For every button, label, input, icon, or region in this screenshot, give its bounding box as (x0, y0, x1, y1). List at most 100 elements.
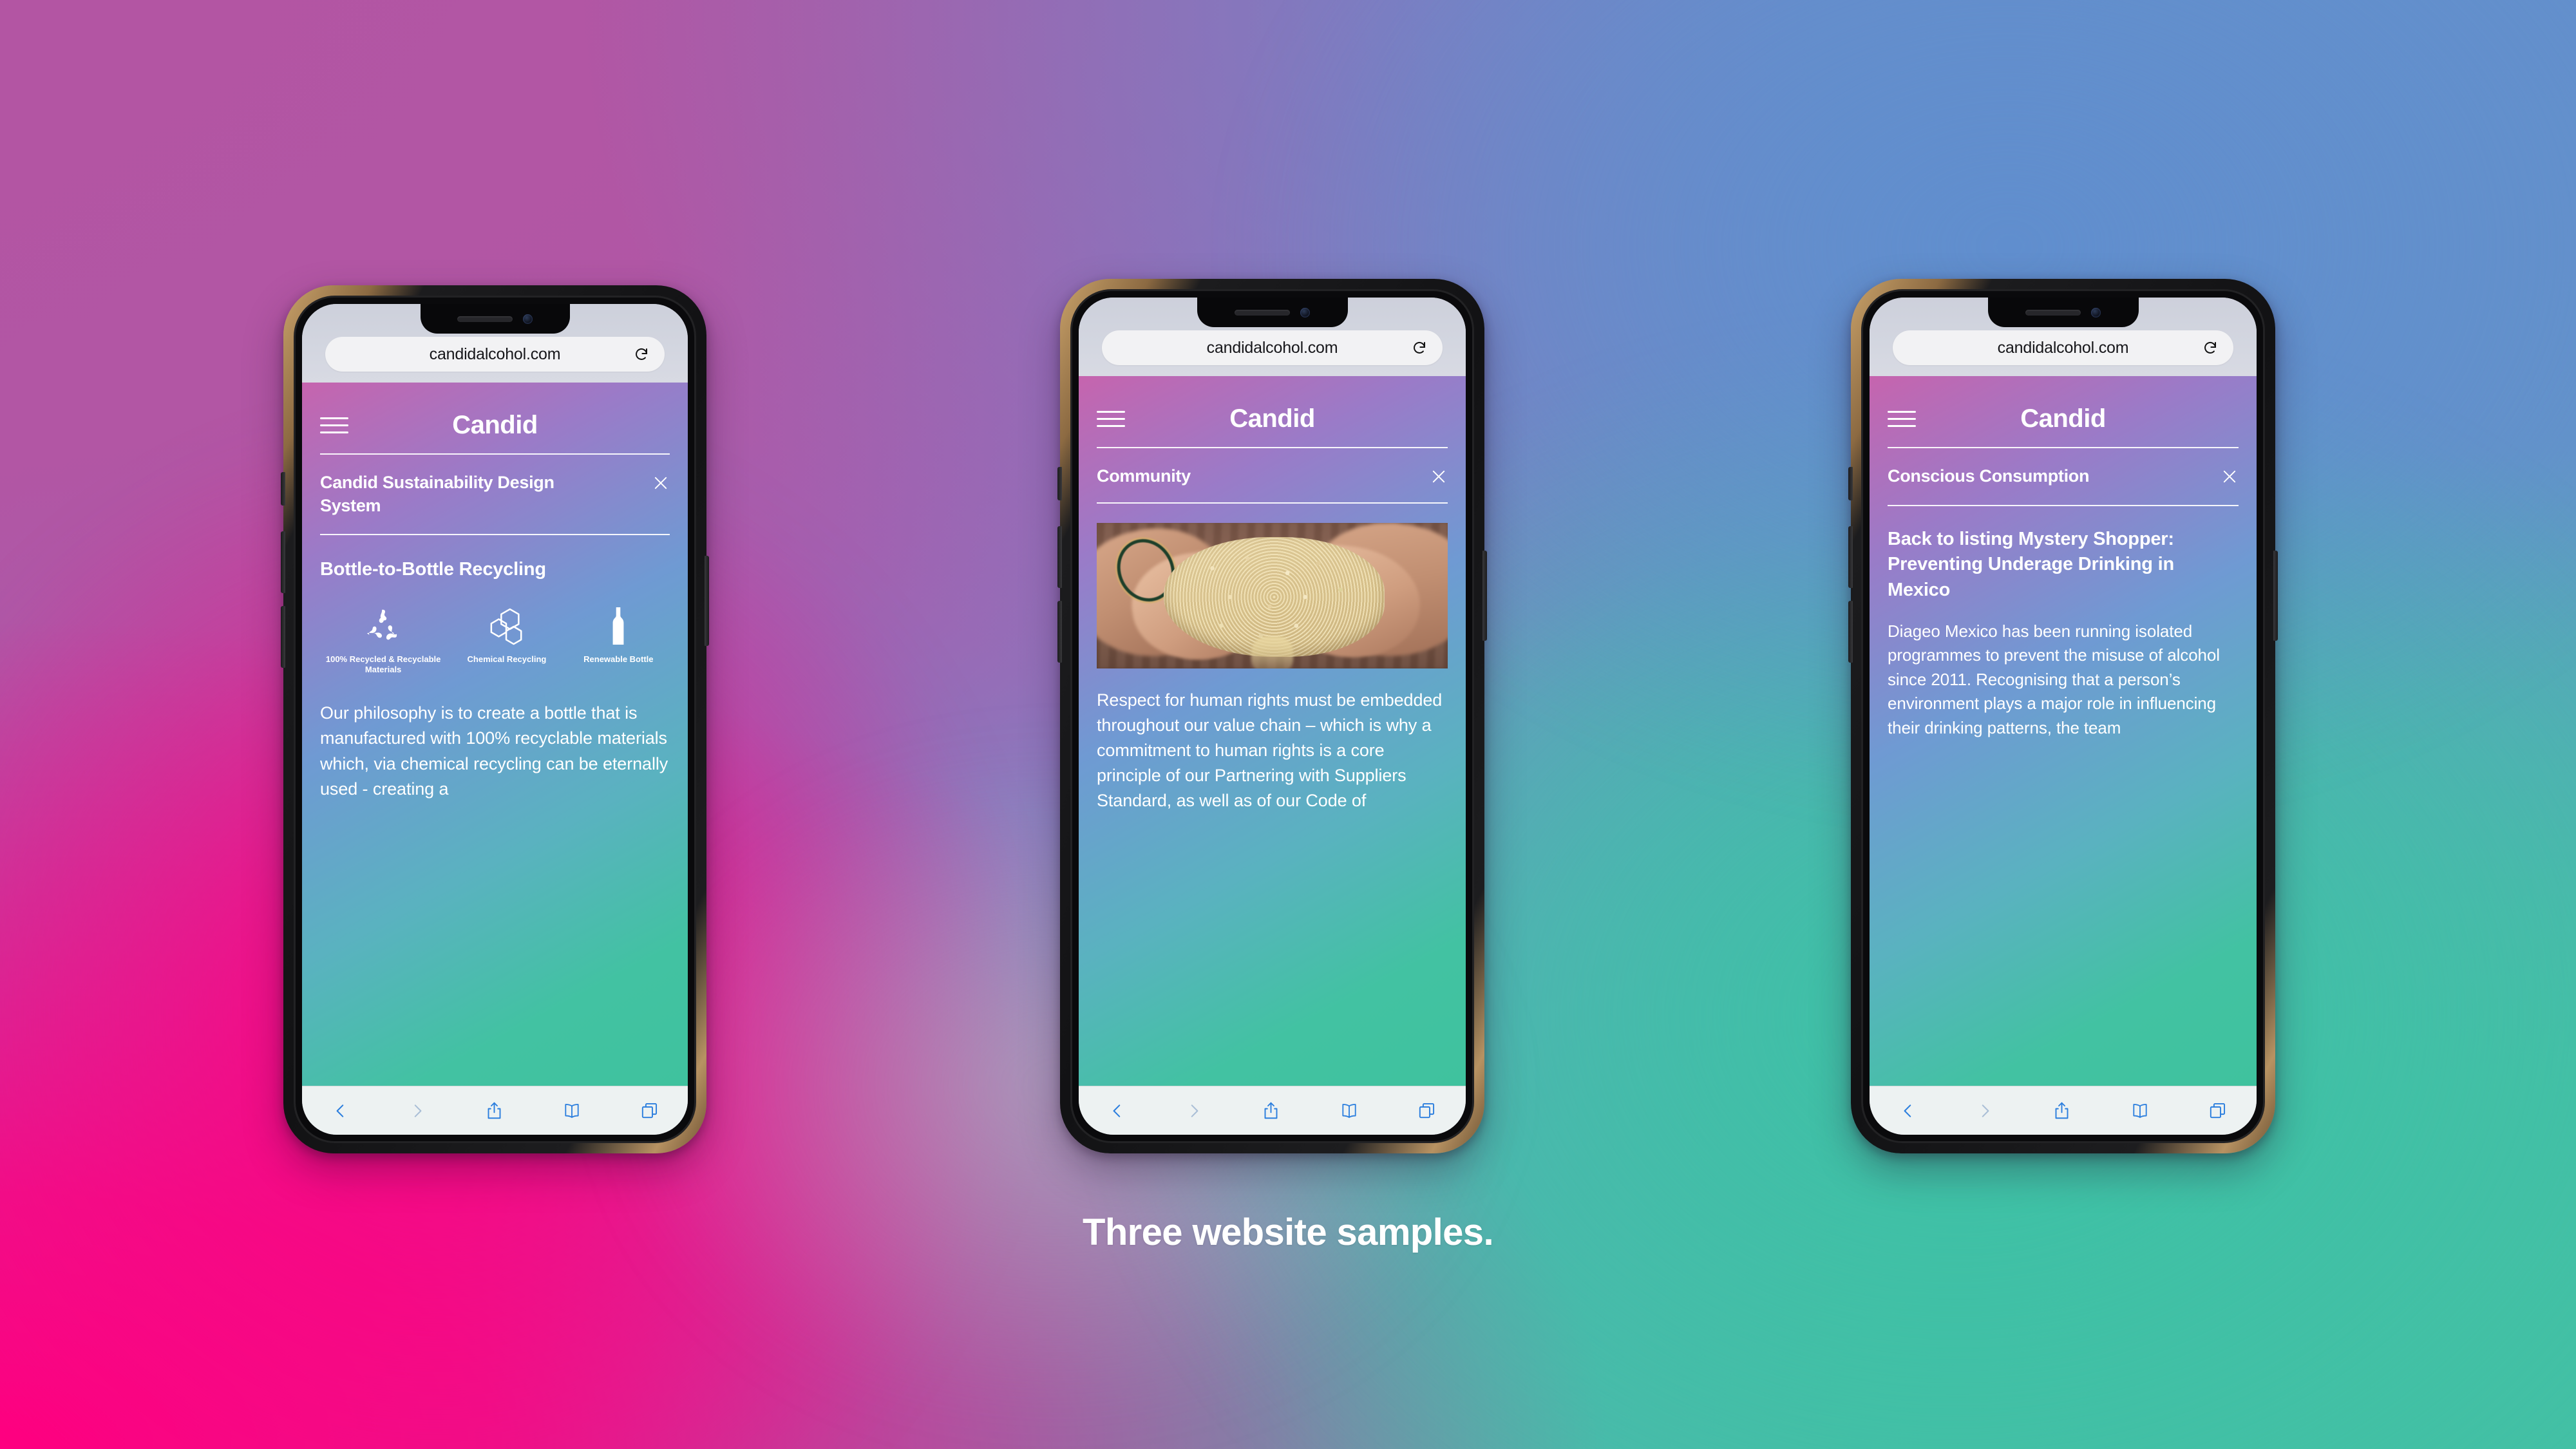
site-header-2: Candid (1097, 394, 1448, 443)
safari-toolbar-2[interactable] (1079, 1086, 1466, 1135)
body-copy-2: Respect for human rights must be embedde… (1097, 690, 1443, 811)
tabs-icon-1[interactable] (641, 1102, 658, 1119)
feature-label-recycled: 100% Recycled & Recyclable Materials (325, 654, 441, 675)
body-copy-1: Our philosophy is to create a bottle tha… (320, 703, 668, 799)
website-page-3: Candid Conscious Consumption Back to lis… (1870, 376, 2257, 1086)
notch-2 (1197, 298, 1348, 327)
forward-icon-3 (1976, 1101, 1993, 1121)
reload-icon-3[interactable] (2202, 340, 2218, 355)
url-field-3[interactable]: candidalcohol.com (1893, 330, 2233, 365)
page-heading-1: Bottle-to-Bottle Recycling (320, 559, 546, 580)
url-text-1: candidalcohol.com (429, 345, 561, 363)
bookmarks-icon-2[interactable] (1340, 1102, 1358, 1120)
bottle-icon (609, 607, 628, 645)
back-icon-3[interactable] (1900, 1101, 1917, 1121)
url-text-3: candidalcohol.com (1997, 338, 2129, 357)
site-header-3: Candid (1888, 394, 2239, 443)
hamburger-menu-icon-3[interactable] (1888, 408, 1916, 430)
phone-bezel-3: candidalcohol.com Candid Conscious Consu… (1861, 289, 2265, 1143)
phone-screen-3: candidalcohol.com Candid Conscious Consu… (1870, 298, 2257, 1135)
section-title-1: Candid Sustainability Design System (320, 473, 554, 515)
phone-mockup-1: candidalcohol.com Candid Candid Sustaina… (281, 285, 709, 1153)
site-header-1: Candid (320, 401, 670, 450)
back-icon-1[interactable] (332, 1101, 349, 1121)
front-camera-icon (523, 314, 533, 324)
phone-mockup-2: candidalcohol.com Candid Community Respe… (1057, 279, 1487, 1153)
bookmarks-icon-3[interactable] (2131, 1102, 2149, 1120)
section-title-3: Conscious Consumption (1888, 466, 2090, 486)
feature-label-bottle: Renewable Bottle (583, 654, 654, 664)
caption-text: Three website samples. (1083, 1211, 1494, 1253)
brand-logo-3[interactable]: Candid (1916, 404, 2210, 433)
front-camera-icon-3 (2091, 307, 2101, 317)
page-heading-3[interactable]: Back to listing Mystery Shopper: Prevent… (1888, 527, 2224, 603)
power-button-2[interactable] (1482, 551, 1487, 641)
phone-screen-1: candidalcohol.com Candid Candid Sustaina… (302, 304, 688, 1135)
header-divider-1 (320, 453, 670, 455)
volume-down-button-2[interactable] (1057, 601, 1062, 663)
earpiece-speaker-3 (2025, 309, 2081, 316)
mute-switch-2[interactable] (1057, 467, 1062, 500)
recycle-leaves-icon (364, 607, 402, 645)
feature-item-chemical[interactable]: Chemical Recycling (459, 607, 554, 665)
website-page-1: Candid Candid Sustainability Design Syst… (302, 383, 688, 1086)
hexagon-molecule-icon (489, 607, 525, 645)
url-field-2[interactable]: candidalcohol.com (1102, 330, 1443, 365)
close-icon-3[interactable] (2221, 468, 2239, 486)
phone-mockup-3-real: candidalcohol.com Candid Conscious Consu… (1848, 279, 2278, 1153)
tabs-icon-2[interactable] (1418, 1102, 1435, 1119)
volume-up-button-2[interactable] (1057, 526, 1062, 588)
reload-icon-1[interactable] (634, 346, 649, 362)
volume-up-button[interactable] (281, 531, 285, 593)
close-icon-1[interactable] (652, 474, 670, 492)
section-header-2: Community (1097, 465, 1448, 488)
earpiece-speaker (457, 316, 513, 322)
safari-toolbar-1[interactable] (302, 1086, 688, 1135)
feature-label-chemical: Chemical Recycling (467, 654, 547, 664)
notch-1 (420, 304, 570, 334)
body-copy-3: Diageo Mexico has been running isolated … (1888, 621, 2220, 737)
website-page-2: Candid Community Respect for human right… (1079, 376, 1466, 1086)
section-header-1: Candid Sustainability Design System (320, 471, 670, 517)
forward-icon-1 (409, 1101, 426, 1121)
section-divider-3 (1888, 504, 2239, 506)
section-divider-1 (320, 534, 670, 536)
notch-3 (1987, 298, 2139, 327)
hamburger-menu-icon-2[interactable] (1097, 408, 1125, 430)
section-header-3: Conscious Consumption (1888, 465, 2239, 488)
section-title-2: Community (1097, 466, 1191, 486)
mute-switch[interactable] (281, 472, 285, 506)
feature-item-bottle[interactable]: Renewable Bottle (571, 607, 666, 665)
tabs-icon-3[interactable] (2209, 1102, 2226, 1119)
phone-stage: candidalcohol.com Candid Candid Sustaina… (0, 0, 2576, 1449)
reload-icon-2[interactable] (1412, 340, 1427, 355)
share-icon-3[interactable] (2053, 1101, 2070, 1121)
earpiece-speaker-2 (1235, 309, 1290, 316)
header-divider-3 (1888, 447, 2239, 448)
feature-icon-row: 100% Recycled & Recyclable Materials Che… (320, 607, 670, 676)
safari-toolbar-3[interactable] (1870, 1086, 2257, 1135)
back-icon-2[interactable] (1109, 1101, 1126, 1121)
volume-down-button-3[interactable] (1848, 601, 1853, 663)
bookmarks-icon-1[interactable] (563, 1102, 581, 1120)
volume-up-button-3[interactable] (1848, 526, 1853, 588)
header-divider-2 (1097, 447, 1448, 448)
share-icon-2[interactable] (1262, 1101, 1280, 1121)
close-icon-2[interactable] (1430, 468, 1448, 486)
brand-logo-2[interactable]: Candid (1125, 404, 1419, 433)
mute-switch-3[interactable] (1848, 467, 1853, 500)
phone-bezel-2: candidalcohol.com Candid Community Respe… (1070, 289, 1474, 1143)
hamburger-menu-icon[interactable] (320, 414, 348, 436)
url-text-2: candidalcohol.com (1206, 338, 1338, 357)
forward-icon-2 (1186, 1101, 1202, 1121)
volume-down-button[interactable] (281, 606, 285, 668)
feature-item-recycled[interactable]: 100% Recycled & Recyclable Materials (324, 607, 442, 676)
section-divider-2 (1097, 502, 1448, 504)
power-button-3[interactable] (2273, 551, 2278, 641)
phone-screen-2: candidalcohol.com Candid Community Respe… (1079, 298, 1466, 1135)
brand-logo-1[interactable]: Candid (348, 411, 641, 440)
share-icon-1[interactable] (486, 1101, 503, 1121)
power-button[interactable] (705, 556, 709, 646)
phone-bezel-1: candidalcohol.com Candid Candid Sustaina… (294, 296, 696, 1143)
url-field-1[interactable]: candidalcohol.com (325, 337, 665, 372)
